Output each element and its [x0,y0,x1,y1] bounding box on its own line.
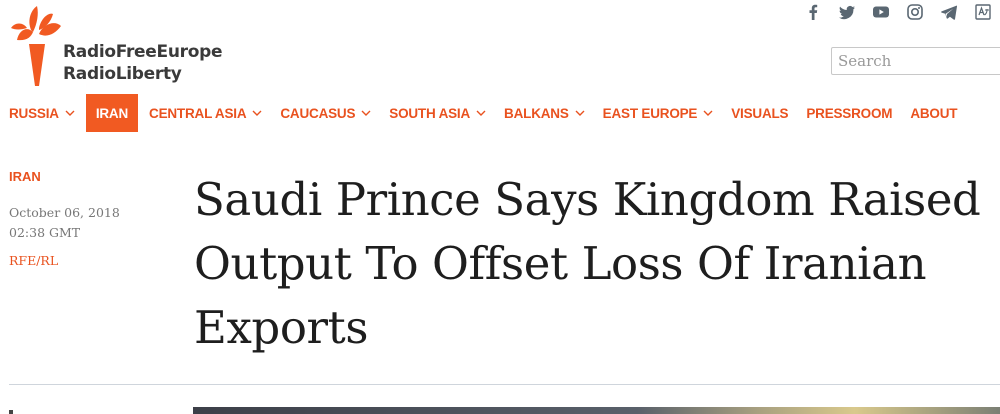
main-nav: RUSSIA IRAN CENTRAL ASIA CAUCASUS SOUTH ASIA… [0,94,966,132]
nav-item-label: CENTRAL ASIA [149,105,247,121]
nav-item-label: VISUALS [731,105,789,121]
chevron-down-icon[interactable] [703,108,713,118]
nav-item-label: EAST EUROPE [602,105,698,121]
nav-item-about[interactable]: ABOUT [901,94,966,132]
nav-item-south-asia[interactable]: SOUTH ASIA [380,94,495,132]
nav-item-label: PRESSROOM [806,105,893,121]
content-divider [9,384,1000,385]
chevron-down-icon[interactable] [65,108,75,118]
telegram-icon[interactable] [932,2,966,22]
article-headline: Saudi Prince Says Kingdom Raised Output … [194,173,981,354]
nav-item-balkans[interactable]: BALKANS [495,94,594,132]
nav-item-russia[interactable]: RUSSIA [0,94,84,132]
article-date: October 06, 2018 [9,205,120,220]
brand-wordmark[interactable]: RadioFreeEurope RadioLiberty [63,41,222,85]
brand-line-2: RadioLiberty [63,64,182,84]
facebook-icon[interactable] [796,2,830,22]
article-lead-image[interactable] [193,407,1000,414]
search-input[interactable] [831,47,1000,75]
nav-item-central-asia[interactable]: CENTRAL ASIA [140,94,271,132]
nav-item-label: IRAN [95,105,129,121]
nav-item-label: BALKANS [504,105,569,121]
nav-item-east-europe[interactable]: EAST EUROPE [594,94,723,132]
rferl-torch-logo[interactable] [9,4,65,86]
share-icon[interactable] [9,410,13,414]
youtube-icon[interactable] [864,2,898,22]
chevron-down-icon[interactable] [252,108,262,118]
nav-item-label: CAUCASUS [280,105,356,121]
brand-line-1: RadioFreeEurope [63,42,223,62]
nav-item-caucasus[interactable]: CAUCASUS [271,94,380,132]
article-source[interactable]: RFE/RL [9,253,58,268]
article-timestamp: October 06, 2018 02:38 GMT [9,203,120,243]
article-time: 02:38 GMT [9,225,81,240]
nav-item-label: SOUTH ASIA [389,105,471,121]
nav-item-label: ABOUT [910,105,958,121]
instagram-icon[interactable] [898,2,932,22]
chevron-down-icon[interactable] [476,108,486,118]
twitter-icon[interactable] [830,2,864,22]
nav-item-visuals[interactable]: VISUALS [722,94,797,132]
chevron-down-icon[interactable] [361,108,371,118]
nav-item-iran[interactable]: IRAN [85,94,139,132]
nav-item-pressroom[interactable]: PRESSROOM [797,94,901,132]
nav-item-label: RUSSIA [9,105,59,121]
social-links [796,2,1000,22]
chevron-down-icon[interactable] [575,108,585,118]
article-section-link[interactable]: IRAN [9,169,41,184]
language-icon[interactable] [966,2,1000,22]
